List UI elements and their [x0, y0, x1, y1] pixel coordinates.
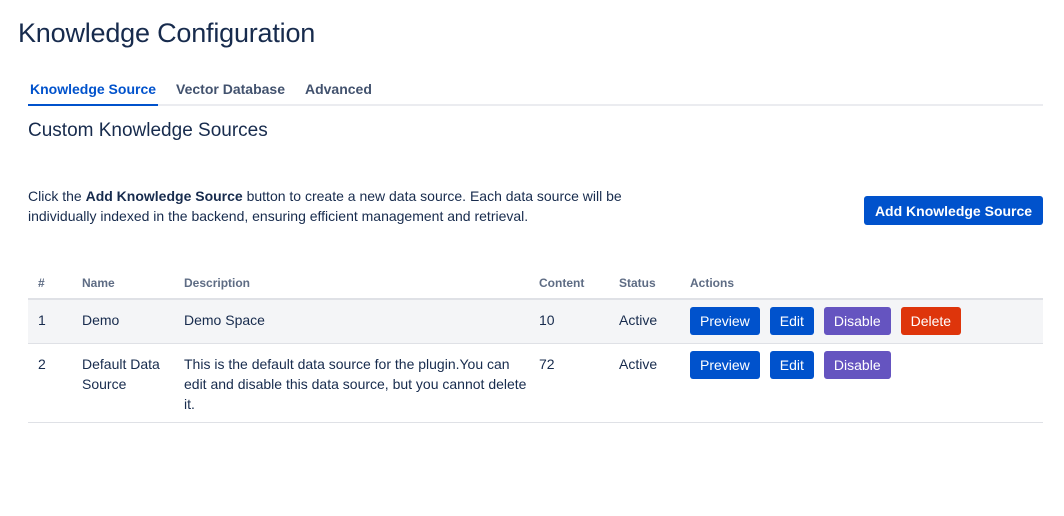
row-name: Demo: [72, 299, 174, 344]
edit-button[interactable]: Edit: [769, 307, 814, 335]
tab-advanced[interactable]: Advanced: [303, 78, 382, 102]
preview-button[interactable]: Preview: [690, 351, 760, 379]
header-content: Content: [529, 268, 609, 300]
intro-bold: Add Knowledge Source: [85, 188, 243, 204]
delete-button[interactable]: Delete: [900, 307, 962, 335]
row-status: Active: [609, 343, 680, 423]
row-description: This is the default data source for the …: [174, 343, 529, 423]
table-header-row: # Name Description Content Status Action…: [28, 268, 1043, 300]
disable-button[interactable]: Disable: [823, 307, 891, 335]
section-title: Custom Knowledge Sources: [28, 120, 268, 141]
preview-button[interactable]: Preview: [690, 307, 760, 335]
row-content: 72: [529, 343, 609, 423]
table-row: 2 Default Data Source This is the defaul…: [28, 343, 1043, 423]
row-actions: Preview Edit Disable Delete: [680, 299, 1043, 344]
edit-button[interactable]: Edit: [769, 351, 814, 379]
row-content: 10: [529, 299, 609, 344]
row-number: 2: [28, 343, 72, 423]
header-actions: Actions: [680, 268, 1043, 300]
row-status: Active: [609, 299, 680, 344]
tab-knowledge-source[interactable]: Knowledge Source: [28, 78, 166, 106]
intro-prefix: Click the: [28, 188, 86, 204]
row-description: Demo Space: [174, 299, 529, 344]
tab-bar: Knowledge Source Vector Database Advance…: [28, 78, 1043, 106]
page-title: Knowledge Configuration: [18, 18, 316, 48]
header-description: Description: [174, 268, 529, 300]
tab-vector-database[interactable]: Vector Database: [174, 78, 295, 102]
header-status: Status: [609, 268, 680, 300]
row-name: Default Data Source: [72, 343, 174, 423]
add-knowledge-source-button[interactable]: Add Knowledge Source: [864, 196, 1043, 225]
knowledge-sources-table: # Name Description Content Status Action…: [28, 268, 1043, 423]
intro-text: Click the Add Knowledge Source button to…: [28, 186, 648, 226]
header-number: #: [28, 268, 72, 300]
disable-button[interactable]: Disable: [823, 351, 891, 379]
row-number: 1: [28, 299, 72, 344]
row-actions: Preview Edit Disable: [680, 343, 1043, 423]
table-row: 1 Demo Demo Space 10 Active Preview Edit D…: [28, 299, 1043, 344]
header-name: Name: [72, 268, 174, 300]
